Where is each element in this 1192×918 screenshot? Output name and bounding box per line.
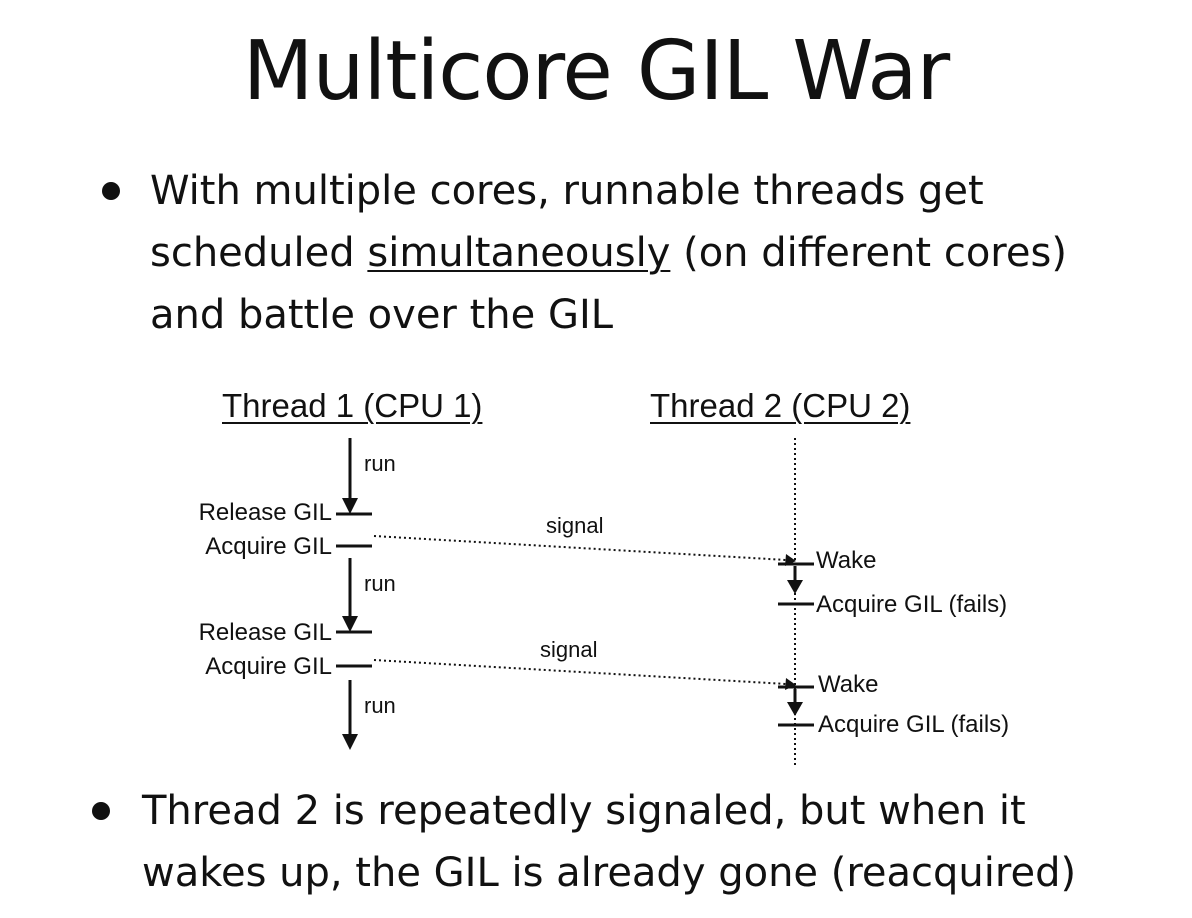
bullet-2-line-1: Thread 2 is repeatedly signaled, but whe… <box>142 788 1026 834</box>
thread-timing-diagram: Thread 1 (CPU 1) Thread 2 (CPU 2) run ru… <box>0 380 1192 780</box>
bullet-1-line-3: and battle over the GIL <box>150 292 614 338</box>
acquire-gil-label-2: Acquire GIL <box>205 653 332 680</box>
run-arrowhead-1-icon <box>342 498 358 514</box>
release-gil-label-2: Release GIL <box>198 619 332 646</box>
bullet-dot-icon <box>92 802 110 820</box>
acquire-gil-fails-label-1: Acquire GIL (fails) <box>816 591 1008 618</box>
acquire-gil-fails-label-2: Acquire GIL (fails) <box>818 711 1010 738</box>
run-label-2: run <box>364 571 396 596</box>
bullet-1-line-2-start: scheduled <box>150 230 368 276</box>
bullet-1-line-1: With multiple cores, runnable threads ge… <box>150 168 984 214</box>
run-label-3: run <box>364 693 396 718</box>
thread-1-header: Thread 1 (CPU 1) <box>222 387 483 424</box>
thread-2-header: Thread 2 (CPU 2) <box>650 387 911 424</box>
wake-label-1: Wake <box>816 547 877 574</box>
run-label-1: run <box>364 451 396 476</box>
bullet-point-1: With multiple cores, runnable threads ge… <box>102 160 1067 346</box>
bullet-dot-icon <box>102 182 120 200</box>
wake-arrowhead-2-icon <box>787 702 803 716</box>
signal-label-1: signal <box>546 513 604 538</box>
wake-label-2: Wake <box>818 671 879 698</box>
signal-label-2: signal <box>540 637 598 662</box>
release-gil-label-1: Release GIL <box>198 499 332 526</box>
run-arrowhead-3-icon <box>342 734 358 750</box>
bullet-1-line-2: scheduled simultaneously (on different c… <box>150 222 1067 284</box>
emphasis-simultaneously: simultaneously <box>367 230 671 276</box>
bullet-point-2: Thread 2 is repeatedly signaled, but whe… <box>92 780 1077 904</box>
bullet-1-line-2-end: (on different cores) <box>670 230 1067 276</box>
slide-title: Multicore GIL War <box>242 24 950 119</box>
diagram-lines <box>336 438 814 768</box>
wake-arrowhead-1-icon <box>787 580 803 594</box>
bullet-2-line-2: wakes up, the GIL is already gone (reacq… <box>142 850 1077 896</box>
acquire-gil-label-1: Acquire GIL <box>205 533 332 560</box>
run-arrowhead-2-icon <box>342 616 358 632</box>
